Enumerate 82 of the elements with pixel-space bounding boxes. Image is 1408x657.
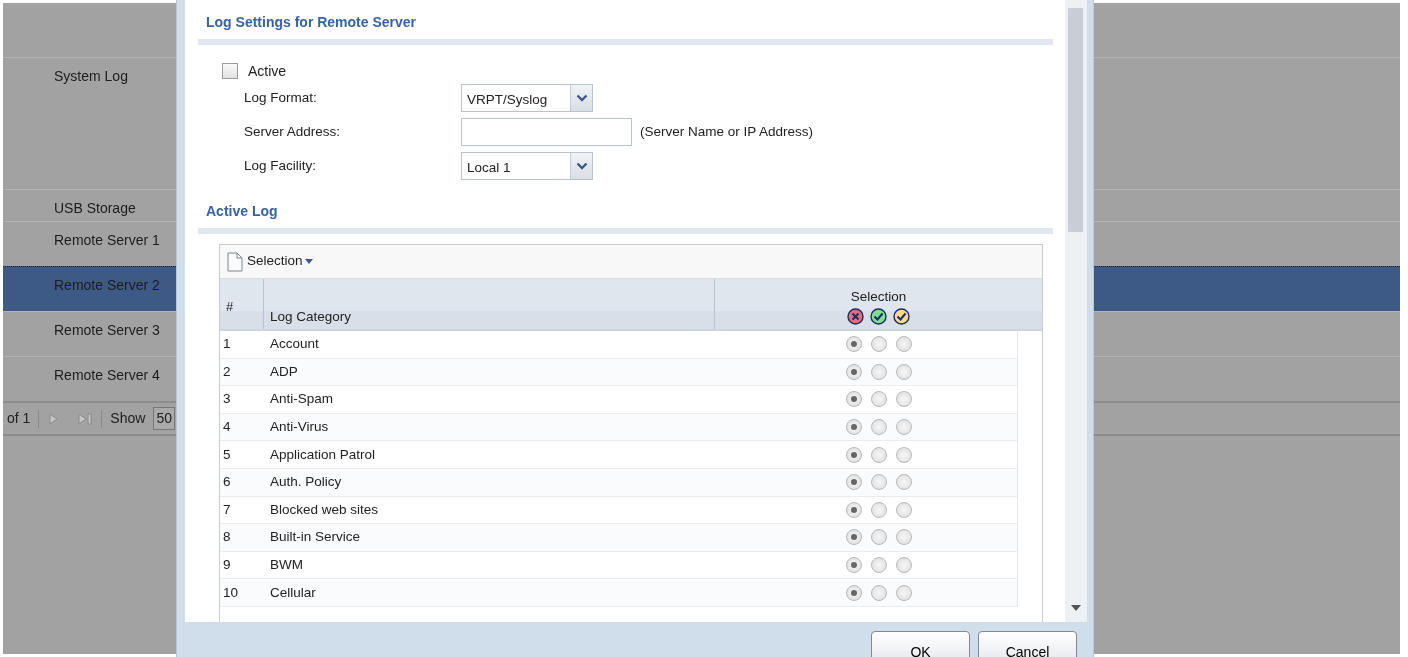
row-number: 1 [222,335,232,354]
row-number: 10 [222,583,240,602]
dialog-button[interactable]: OK [871,631,970,657]
chevron-down-icon[interactable] [575,162,588,170]
radio-button[interactable] [845,363,862,380]
row-number: 4 [222,417,232,436]
radio-button[interactable] [845,557,862,574]
caret-icon [304,259,313,264]
show-label: Show [110,409,146,428]
row-number: 2 [222,362,232,381]
radio-button[interactable] [895,557,912,574]
log-category: BWM [269,555,304,574]
column-header: Selection [850,288,907,306]
field-label: Log Facility: [243,156,318,175]
radio-button[interactable] [895,584,912,601]
row-number: 5 [222,445,232,464]
chevron-down-icon[interactable] [575,94,588,102]
log-category: Blocked web sites [269,500,380,519]
radio-button[interactable] [895,336,912,353]
last-page-icon[interactable] [77,411,94,426]
log-category: Application Patrol [269,445,377,464]
scrollbar[interactable] [1065,0,1087,622]
radio-button[interactable] [845,391,862,408]
log-category: Cellular [269,583,317,602]
field-label: Server Address: [243,122,342,141]
radio-button[interactable] [895,474,912,491]
log-category: Anti-Virus [269,417,330,436]
page-size-field[interactable]: 50 [153,407,175,430]
document-icon [226,251,244,272]
radio-button[interactable] [845,419,862,436]
radio-button[interactable] [845,501,862,518]
radio-button[interactable] [870,529,887,546]
radio-button[interactable] [845,336,862,353]
next-page-icon[interactable] [47,411,60,426]
row-number: 8 [222,528,232,547]
radio-button[interactable] [870,584,887,601]
selection-menu[interactable]: Selection [247,251,313,272]
log-category: ADP [269,362,299,381]
field-hint: (Server Name or IP Address) [640,122,814,141]
row-number: 7 [222,500,232,519]
section-title: Log Settings for Remote Server [205,13,418,32]
radio-button[interactable] [870,363,887,380]
radio-button[interactable] [870,557,887,574]
radio-button[interactable] [895,446,912,463]
row-number: 9 [222,555,232,574]
field-label: Log Format: [243,88,318,107]
active-label: Active [248,61,287,81]
radio-button[interactable] [845,474,862,491]
radio-button[interactable] [895,419,912,436]
row-number: 6 [222,473,232,492]
column-header: # [220,279,264,329]
dialog-button[interactable]: Cancel [978,631,1077,657]
check-circle-icon[interactable] [870,308,887,326]
scroll-thumb[interactable] [1068,8,1083,232]
active-checkbox[interactable] [222,63,238,79]
radio-button[interactable] [870,501,887,518]
input-field[interactable] [461,118,632,146]
section-title: Active Log [205,202,279,221]
row-number: 3 [222,390,232,409]
log-category: Built-in Service [269,528,362,547]
check-circle-icon[interactable] [893,308,910,326]
radio-button[interactable] [845,584,862,601]
column-header: Log Category [264,279,715,329]
cross-circle-icon[interactable] [847,308,864,326]
scroll-down-icon[interactable] [1070,604,1082,612]
dropdown[interactable]: Local 1 [461,152,593,180]
radio-button[interactable] [870,391,887,408]
radio-button[interactable] [870,336,887,353]
radio-button[interactable] [845,446,862,463]
radio-button[interactable] [870,419,887,436]
log-category: Auth. Policy [269,473,343,492]
dropdown[interactable]: VRPT/Syslog [461,84,593,112]
radio-button[interactable] [895,363,912,380]
radio-button[interactable] [845,529,862,546]
log-category: Account [269,335,320,354]
radio-button[interactable] [895,501,912,518]
radio-button[interactable] [870,446,887,463]
page-count: of 1 [7,409,31,428]
radio-button[interactable] [895,391,912,408]
radio-button[interactable] [870,474,887,491]
radio-button[interactable] [895,529,912,546]
log-category: Anti-Spam [269,390,335,409]
